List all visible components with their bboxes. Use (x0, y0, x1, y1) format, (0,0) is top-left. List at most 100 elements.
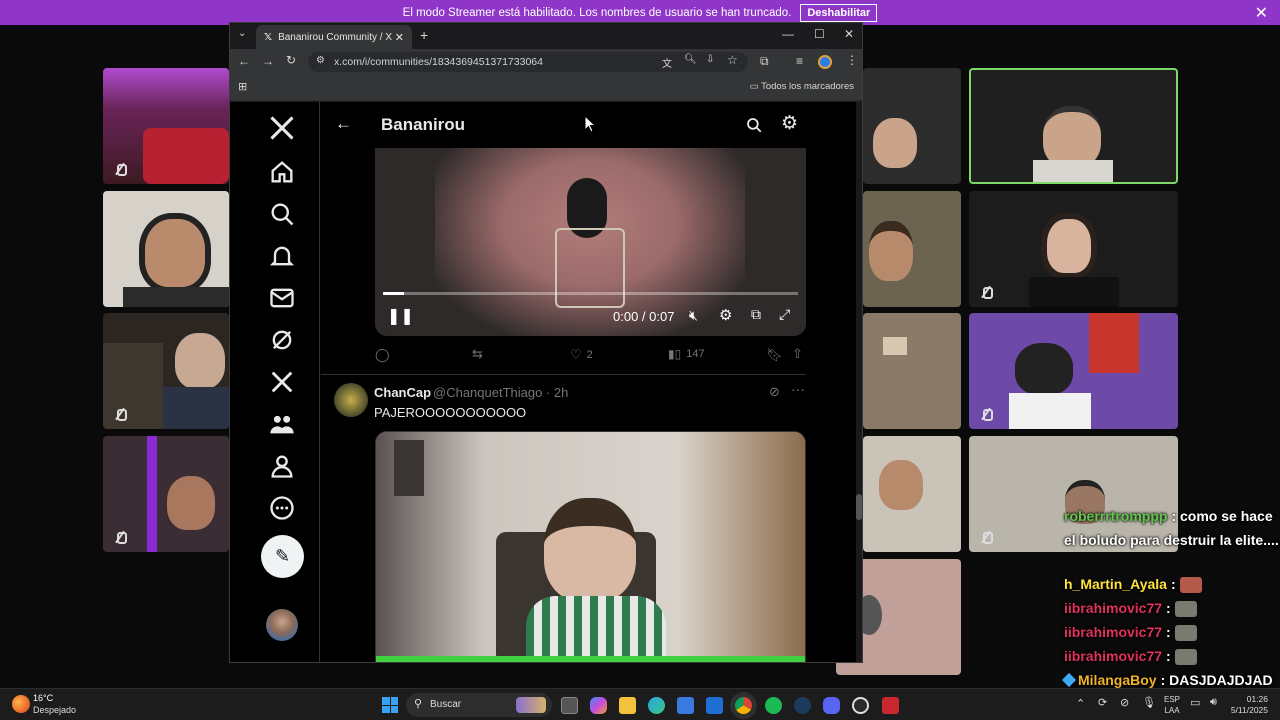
compose-post-button[interactable]: ✎ (261, 535, 304, 578)
show-hidden-icons[interactable]: ⌃ (1076, 697, 1085, 710)
analytics-icon: ▮▯ (668, 347, 682, 361)
zoom-icon[interactable]: 🔍︎ (684, 54, 697, 65)
display-icon[interactable]: ▭ (1190, 696, 1200, 709)
spotify-icon[interactable] (765, 697, 782, 714)
video-player[interactable]: ❚❚ 0:00 / 0:07 🔇︎ ⚙ ⧉ ⤢ (375, 148, 806, 336)
participant-tile (969, 191, 1178, 307)
scrollbar[interactable] (856, 102, 862, 662)
x-sidebar: ✎ (230, 102, 320, 662)
wifi-icon[interactable]: ⟳ (1098, 696, 1107, 709)
author-avatar[interactable] (334, 383, 368, 417)
grok-icon[interactable]: ⊘ (769, 384, 780, 400)
communities-icon[interactable] (268, 410, 296, 438)
close-icon[interactable]: ✕ (1255, 3, 1268, 23)
participant-tile (969, 313, 1178, 429)
maximize-icon[interactable]: ☐ (814, 27, 825, 41)
views-button[interactable]: ▮▯ 147 (668, 347, 705, 361)
participant-tile (103, 436, 229, 552)
fullscreen-icon[interactable]: ⤢ (779, 306, 790, 323)
reply-icon[interactable]: ◯ (375, 347, 390, 363)
extensions-icon[interactable]: ⧉ (760, 54, 769, 69)
search-icon[interactable] (268, 200, 296, 228)
back-arrow-icon[interactable]: ← (335, 114, 352, 134)
store-icon[interactable] (677, 697, 694, 714)
media-icon[interactable]: ≡ (796, 54, 803, 68)
video-progress-bar[interactable] (383, 292, 798, 295)
mute-icon[interactable]: 🔇︎ (689, 307, 698, 324)
like-button[interactable]: ♡ 2 (570, 347, 593, 363)
language-indicator[interactable]: ESP LAA (1164, 694, 1180, 716)
messages-icon[interactable] (268, 284, 296, 312)
settings-gear-icon[interactable]: ⚙ (781, 112, 798, 135)
more-icon[interactable] (268, 494, 296, 522)
premium-x-icon[interactable] (268, 368, 296, 396)
start-button[interactable] (382, 697, 398, 713)
share-icon[interactable]: ⇧ (792, 346, 803, 362)
repost-icon[interactable]: ⇆ (472, 346, 483, 362)
pause-icon[interactable]: ❚❚ (387, 306, 414, 326)
video-player[interactable] (375, 431, 806, 662)
x-logo-icon[interactable] (268, 114, 296, 142)
minimize-icon[interactable]: — (782, 27, 794, 41)
search-placeholder: Buscar (430, 699, 462, 710)
site-info-icon[interactable]: ⚙ (316, 55, 325, 66)
close-window-icon[interactable]: ✕ (844, 27, 854, 41)
all-bookmarks[interactable]: ▭ Todos los marcadores (750, 81, 854, 92)
mic-icon[interactable]: 🎙︎ (1142, 696, 1156, 709)
participant-tile-active (969, 68, 1178, 184)
x-logo-icon: 𝕏 (264, 31, 273, 43)
search-icon[interactable] (745, 116, 763, 134)
participant-tile (103, 191, 229, 307)
chat-username: roberrrtromppp (1064, 508, 1168, 524)
obs-icon[interactable] (852, 697, 869, 714)
notifications-icon[interactable] (268, 242, 296, 270)
like-count: 2 (586, 349, 593, 361)
task-view-icon[interactable] (561, 697, 578, 714)
more-options-icon[interactable]: ··· (791, 381, 805, 397)
file-explorer-icon[interactable] (619, 697, 636, 714)
volume-icon[interactable]: 🔊︎ (1210, 696, 1217, 709)
browser-tab[interactable]: 𝕏 Bananirou Community / X ✕ (256, 25, 412, 49)
reload-icon[interactable]: ↻ (286, 53, 296, 67)
translate-icon[interactable]: 文 (662, 55, 672, 70)
taskbar-search[interactable]: ⚲ Buscar (406, 693, 552, 717)
back-icon[interactable]: ← (238, 54, 250, 68)
bookmark-star-icon[interactable]: ☆ (727, 53, 738, 67)
video-settings-icon[interactable]: ⚙ (719, 306, 732, 324)
menu-icon[interactable]: ⋮ (846, 53, 858, 67)
tab-search-icon[interactable]: ⌄ (238, 28, 246, 39)
edge-icon[interactable] (648, 697, 665, 714)
muted-mic-icon (979, 407, 993, 421)
participant-tile (863, 68, 961, 184)
forward-icon[interactable]: → (262, 54, 274, 68)
muted-mic-icon (113, 530, 127, 544)
home-icon[interactable] (268, 158, 296, 186)
discord-icon[interactable] (823, 697, 840, 714)
grok-icon[interactable] (268, 326, 296, 354)
clock[interactable]: 01:26 5/11/2025 (1226, 694, 1268, 716)
new-tab-icon[interactable]: + (420, 27, 428, 43)
disable-streamer-button[interactable]: Deshabilitar (800, 3, 878, 22)
streaming-app-icon[interactable] (882, 697, 899, 714)
apps-icon[interactable]: ⊞ (238, 80, 247, 93)
video-time: 0:00 / 0:07 (613, 309, 675, 324)
network-icon[interactable]: ⊘ (1120, 696, 1129, 709)
account-avatar[interactable] (266, 609, 298, 641)
install-icon[interactable]: ⇩ (706, 54, 714, 65)
copilot-icon[interactable] (590, 697, 607, 714)
profile-avatar[interactable] (818, 55, 832, 69)
chat-message: iibrahimovic77: (1064, 644, 1280, 668)
chrome-icon[interactable] (735, 697, 752, 714)
muted-mic-icon (113, 162, 127, 176)
speaking-indicator-bar (376, 656, 805, 662)
steam-icon[interactable] (794, 697, 811, 714)
profile-icon[interactable] (268, 452, 296, 480)
author-display-name[interactable]: ChanCap (374, 385, 431, 400)
address-bar[interactable]: x.com/i/communities/1834369451371733064 (308, 52, 748, 72)
outlook-icon[interactable] (706, 697, 723, 714)
close-tab-icon[interactable]: ✕ (395, 31, 404, 44)
pip-icon[interactable]: ⧉ (751, 306, 761, 323)
scrollbar-thumb[interactable] (856, 494, 862, 520)
tab-title: Bananirou Community / X (278, 31, 393, 43)
bookmark-icon[interactable]: 🔖︎ (766, 347, 783, 363)
